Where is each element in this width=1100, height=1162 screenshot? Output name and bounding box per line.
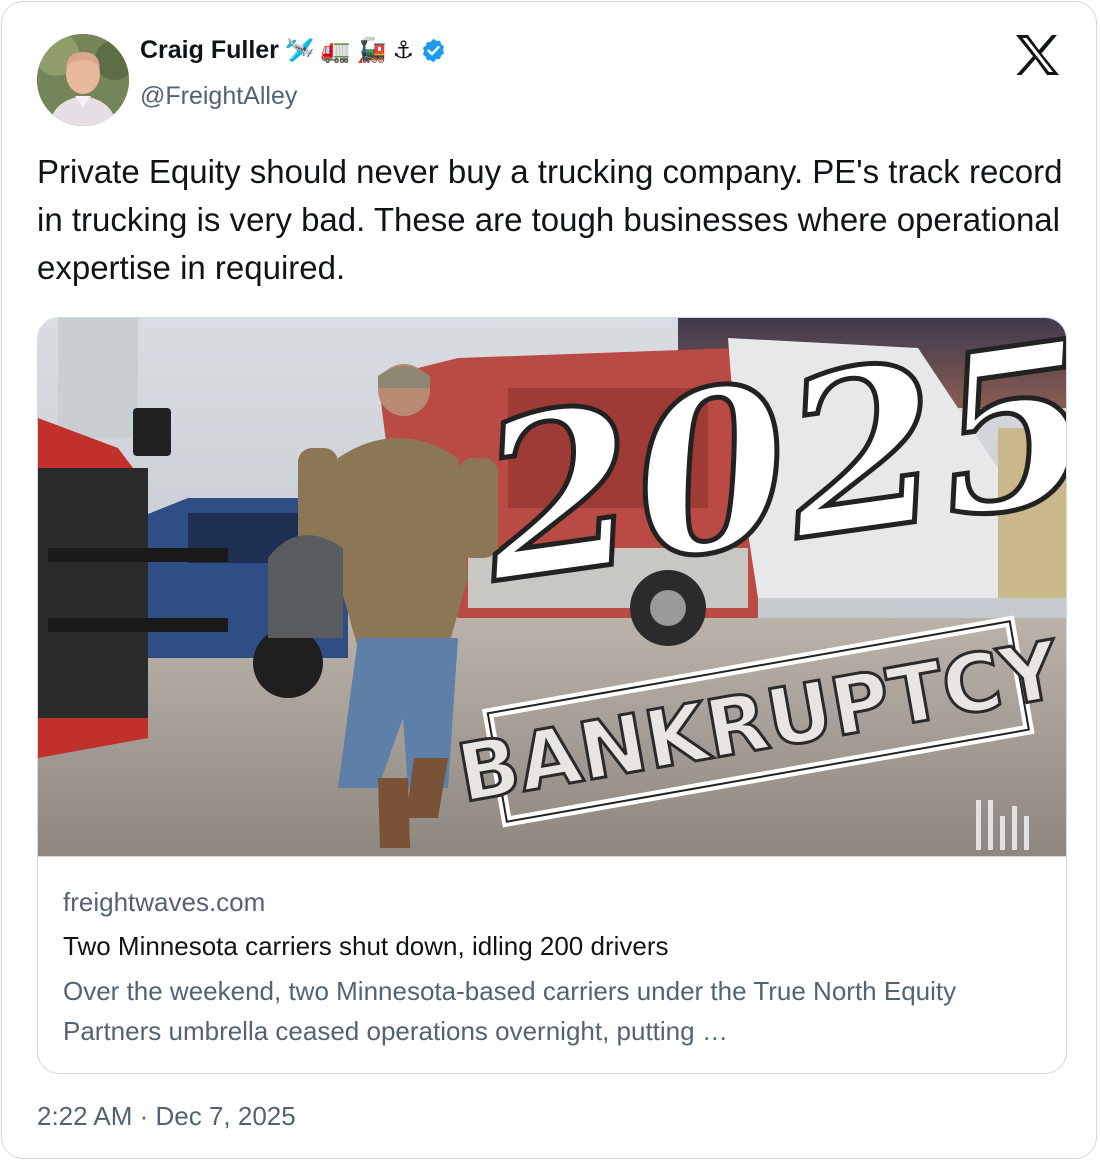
verified-badge-icon [423, 38, 445, 63]
tweet-timestamp[interactable]: 2:22 AM · Dec 7, 2025 [37, 1101, 296, 1132]
train-emoji: 🚂 [356, 36, 387, 64]
anchor-emoji: ⚓ [392, 36, 415, 64]
link-title: Two Minnesota carriers shut down, idling… [63, 931, 669, 961]
tweet-card: Craig Fuller 🛩️ 🚛 🚂 ⚓ @FreightAlley Priv… [1, 1, 1097, 1159]
link-description: Over the weekend, two Minnesota-based ca… [63, 976, 957, 1046]
author-handle[interactable]: @FreightAlley [140, 82, 297, 111]
article-image: 2025 BANKRUPTCY [38, 318, 1066, 856]
link-preview-card[interactable]: 2025 BANKRUPTCY freightwaves.com Two Min… [37, 317, 1067, 1074]
airplane-emoji: 🛩️ [284, 36, 315, 64]
author-name-row: Craig Fuller 🛩️ 🚛 🚂 ⚓ [140, 36, 447, 65]
tweet-text: Private Equity should never buy a trucki… [37, 153, 1063, 286]
link-domain: freightwaves.com [63, 887, 266, 917]
author-name[interactable]: Craig Fuller [140, 36, 279, 65]
truck-emoji: 🚛 [320, 36, 351, 64]
link-meta[interactable]: freightwaves.com Two Minnesota carriers … [38, 856, 1066, 1073]
avatar-image [37, 34, 129, 126]
author-avatar[interactable] [37, 34, 129, 126]
x-logo-icon[interactable] [1014, 34, 1060, 76]
